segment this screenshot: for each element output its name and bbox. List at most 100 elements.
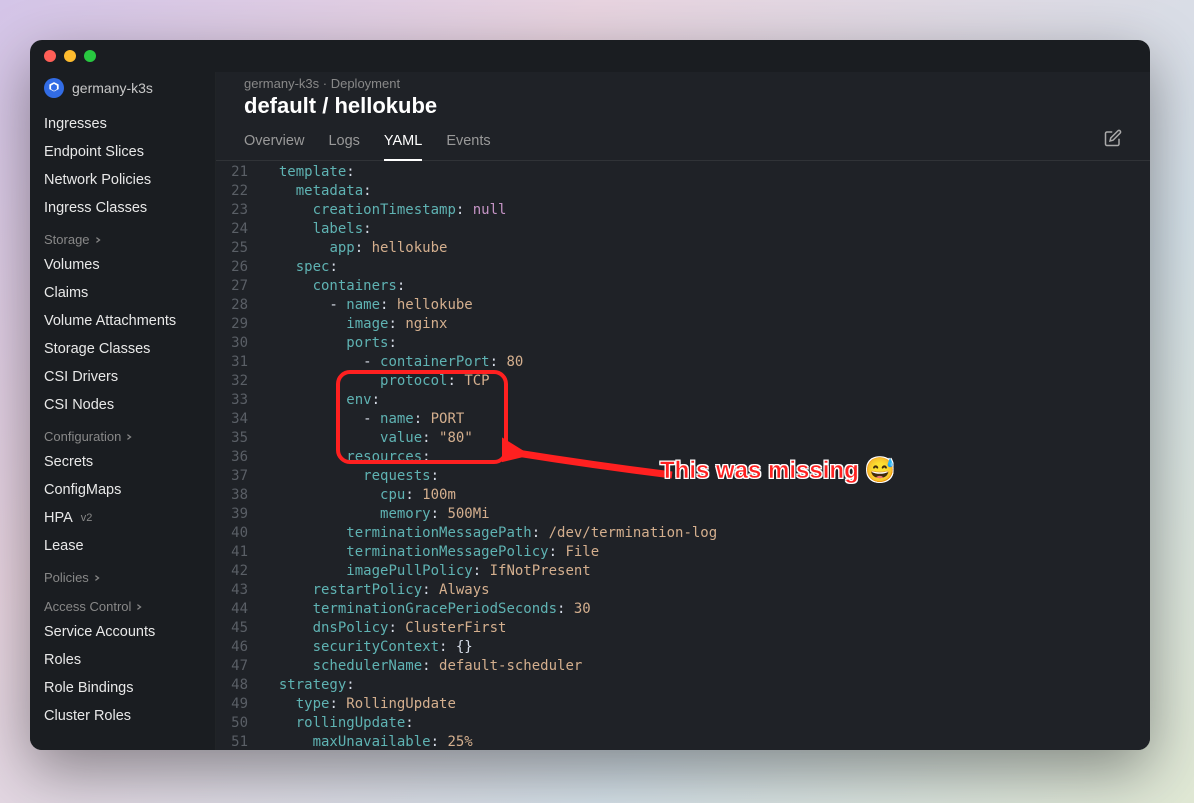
code-content: dnsPolicy: ClusterFirst (262, 619, 1150, 638)
code-content: - name: PORT (262, 410, 1150, 429)
code-content: resources: (262, 448, 1150, 467)
sidebar-item-label: Service Accounts (44, 624, 155, 640)
code-content: schedulerName: default-scheduler (262, 657, 1150, 676)
sidebar-item-ingresses[interactable]: Ingresses (30, 110, 215, 138)
code-content: strategy: (262, 676, 1150, 695)
chevron-right-icon (125, 433, 133, 441)
line-number: 22 (216, 182, 262, 201)
edit-button[interactable] (1104, 129, 1122, 152)
line-number: 41 (216, 543, 262, 562)
sidebar-item-label: Endpoint Slices (44, 144, 144, 160)
minimize-window-button[interactable] (64, 50, 76, 62)
code-line: 44 terminationGracePeriodSeconds: 30 (216, 600, 1150, 619)
code-content: maxUnavailable: 25% (262, 733, 1150, 750)
sidebar-item-label: Network Policies (44, 172, 151, 188)
line-number: 35 (216, 429, 262, 448)
line-number: 31 (216, 353, 262, 372)
main-content: germany-k3s · Deployment default / hello… (216, 72, 1150, 750)
code-content: creationTimestamp: null (262, 201, 1150, 220)
line-number: 48 (216, 676, 262, 695)
sidebar-item-label: CSI Drivers (44, 369, 118, 385)
sidebar-item-lease[interactable]: Lease (30, 532, 215, 560)
sidebar-item-storage-classes[interactable]: Storage Classes (30, 335, 215, 363)
code-line: 35 value: "80" (216, 429, 1150, 448)
code-line: 22 metadata: (216, 182, 1150, 201)
code-content: rollingUpdate: (262, 714, 1150, 733)
code-line: 49 type: RollingUpdate (216, 695, 1150, 714)
code-content: protocol: TCP (262, 372, 1150, 391)
line-number: 37 (216, 467, 262, 486)
code-content: - containerPort: 80 (262, 353, 1150, 372)
sidebar-item-configmaps[interactable]: ConfigMaps (30, 476, 215, 504)
code-line: 51 maxUnavailable: 25% (216, 733, 1150, 750)
code-content: imagePullPolicy: IfNotPresent (262, 562, 1150, 581)
breadcrumb: germany-k3s · Deployment (216, 72, 1150, 91)
tab-events[interactable]: Events (446, 133, 490, 160)
code-content: ports: (262, 334, 1150, 353)
code-line: 27 containers: (216, 277, 1150, 296)
cluster-selector[interactable]: germany-k3s (30, 72, 215, 110)
line-number: 33 (216, 391, 262, 410)
code-content: metadata: (262, 182, 1150, 201)
code-line: 36 resources: (216, 448, 1150, 467)
maximize-window-button[interactable] (84, 50, 96, 62)
code-line: 47 schedulerName: default-scheduler (216, 657, 1150, 676)
line-number: 42 (216, 562, 262, 581)
line-number: 49 (216, 695, 262, 714)
sidebar-item-csi-nodes[interactable]: CSI Nodes (30, 391, 215, 419)
code-line: 31 - containerPort: 80 (216, 353, 1150, 372)
code-line: 32 protocol: TCP (216, 372, 1150, 391)
app-window: germany-k3s Ingresses Endpoint Slices Netw… (30, 40, 1150, 750)
sidebar-group-access-control[interactable]: Access Control (30, 589, 215, 618)
close-window-button[interactable] (44, 50, 56, 62)
code-line: 23 creationTimestamp: null (216, 201, 1150, 220)
line-number: 50 (216, 714, 262, 733)
sidebar-item-roles[interactable]: Roles (30, 646, 215, 674)
code-line: 41 terminationMessagePolicy: File (216, 543, 1150, 562)
sidebar-item-claims[interactable]: Claims (30, 279, 215, 307)
code-content: spec: (262, 258, 1150, 277)
sidebar-item-role-bindings[interactable]: Role Bindings (30, 674, 215, 702)
sidebar-item-label: CSI Nodes (44, 397, 114, 413)
sidebar-group-policies[interactable]: Policies (30, 560, 215, 589)
line-number: 51 (216, 733, 262, 750)
line-number: 25 (216, 239, 262, 258)
code-line: 37 requests: (216, 467, 1150, 486)
sidebar-item-label: Volumes (44, 257, 100, 273)
code-line: 50 rollingUpdate: (216, 714, 1150, 733)
sidebar-group-configuration[interactable]: Configuration (30, 419, 215, 448)
sidebar-item-volumes[interactable]: Volumes (30, 251, 215, 279)
sidebar-item-csi-drivers[interactable]: CSI Drivers (30, 363, 215, 391)
tab-logs[interactable]: Logs (328, 133, 359, 160)
code-line: 39 memory: 500Mi (216, 505, 1150, 524)
line-number: 30 (216, 334, 262, 353)
tab-yaml[interactable]: YAML (384, 133, 422, 161)
sidebar-group-storage[interactable]: Storage (30, 222, 215, 251)
sidebar-item-secrets[interactable]: Secrets (30, 448, 215, 476)
code-content: memory: 500Mi (262, 505, 1150, 524)
sidebar-item-cluster-roles[interactable]: Cluster Roles (30, 702, 215, 730)
sidebar-item-network-policies[interactable]: Network Policies (30, 166, 215, 194)
sidebar-item-ingress-classes[interactable]: Ingress Classes (30, 194, 215, 222)
code-content: terminationGracePeriodSeconds: 30 (262, 600, 1150, 619)
sidebar-item-endpoint-slices[interactable]: Endpoint Slices (30, 138, 215, 166)
sidebar-item-hpa[interactable]: HPA v2 (30, 504, 215, 532)
code-content: image: nginx (262, 315, 1150, 334)
yaml-editor[interactable]: 21 template:22 metadata:23 creationTimes… (216, 161, 1150, 750)
code-line: 28 - name: hellokube (216, 296, 1150, 315)
sidebar-item-volume-attachments[interactable]: Volume Attachments (30, 307, 215, 335)
sidebar-item-label: Secrets (44, 454, 93, 470)
sidebar-item-label: Ingress Classes (44, 200, 147, 216)
code-line: 46 securityContext: {} (216, 638, 1150, 657)
line-number: 39 (216, 505, 262, 524)
sidebar-item-service-accounts[interactable]: Service Accounts (30, 618, 215, 646)
code-line: 48 strategy: (216, 676, 1150, 695)
line-number: 32 (216, 372, 262, 391)
line-number: 44 (216, 600, 262, 619)
tab-overview[interactable]: Overview (244, 133, 304, 160)
line-number: 34 (216, 410, 262, 429)
line-number: 36 (216, 448, 262, 467)
code-content: cpu: 100m (262, 486, 1150, 505)
sidebar-item-label: ConfigMaps (44, 482, 121, 498)
kubernetes-icon (44, 78, 64, 98)
